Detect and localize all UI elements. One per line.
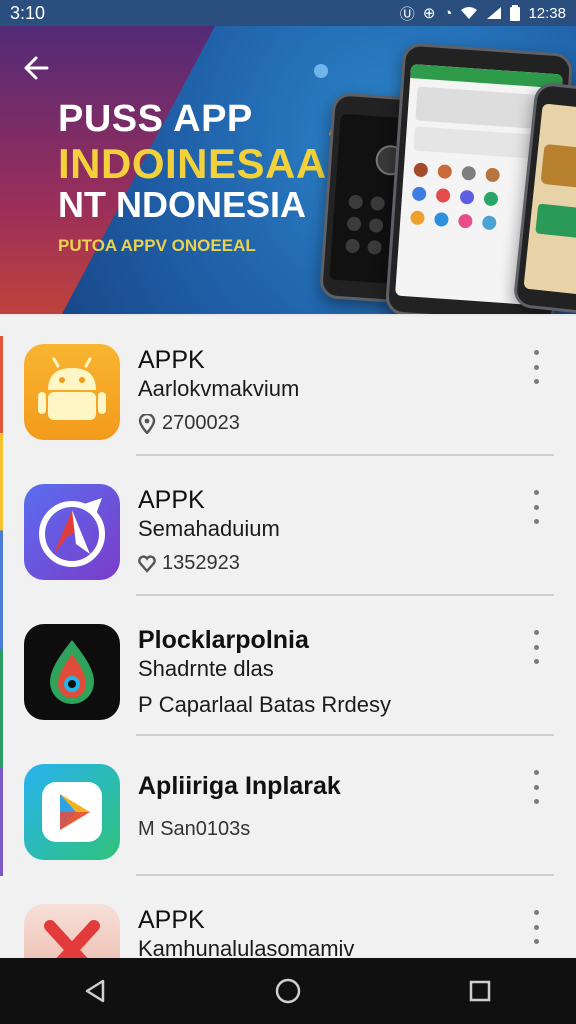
overflow-menu-button[interactable]: [526, 910, 546, 944]
recents-square-icon: [469, 980, 491, 1002]
app-meta: 1352923: [138, 552, 240, 575]
drop-pin-icon: [24, 624, 120, 720]
nav-recents-button[interactable]: [450, 966, 510, 1016]
app-title: APPK: [138, 486, 205, 514]
banner-title-line1: PUSS APP: [58, 98, 253, 140]
app-title: APPK: [138, 346, 205, 374]
app-meta-value: Caparlaal Batas Rrdesy: [158, 692, 392, 717]
orb-shape: [314, 64, 328, 78]
alarm-icon: ◔: [443, 4, 453, 22]
app-subtitle: Kamhunalulasomamiv: [138, 936, 355, 958]
banner-tagline: PUTOA APPV ONOEEAL: [58, 236, 256, 255]
status-icons: Ⓤ ⊕ ◔ 12:38: [400, 3, 566, 24]
overflow-menu-button[interactable]: [526, 490, 546, 524]
app-meta: M San0103s: [138, 818, 250, 841]
app-meta: 2700023: [138, 412, 240, 435]
back-triangle-icon: [85, 979, 105, 1003]
overflow-menu-button[interactable]: [526, 770, 546, 804]
app-list: APPK Aarlokvmakvium 2700023 APPK Semahad…: [0, 316, 576, 958]
banner-title-line2: INDOINESAA: [58, 140, 327, 187]
wifi-icon: [461, 7, 478, 19]
list-item[interactable]: APPK Kamhunalulasomamiv: [0, 876, 576, 958]
app-title: APPK: [138, 906, 205, 934]
sync-icon: Ⓤ: [399, 5, 415, 23]
data-icon: ⊕: [422, 5, 436, 22]
app-meta-value: 1352923: [162, 552, 240, 574]
system-nav-bar: [0, 958, 576, 1024]
app-meta-value: 2700023: [162, 412, 240, 434]
arrow-left-icon: [24, 56, 49, 80]
play-triangle-icon: [24, 764, 120, 860]
compass-a-icon: [24, 484, 120, 580]
app-subtitle: Shadrnte dlas: [138, 656, 274, 681]
location-pin-icon: [138, 413, 156, 434]
banner-title-line3: NT NDONESIA: [58, 184, 307, 225]
android-icon: [24, 344, 120, 440]
promo-banner: PUSS APP INDOINESAA NT NDONESIA PUTOA AP…: [0, 26, 576, 314]
app-meta: P Caparlaal Batas Rrdesy: [138, 692, 391, 718]
home-circle-icon: [275, 978, 301, 1004]
list-item[interactable]: Apliiriga Inplarak M San0103s: [0, 736, 576, 876]
x-mark-icon: [24, 904, 120, 958]
app-title: Plocklarpolnia: [138, 626, 309, 654]
list-item[interactable]: APPK Aarlokvmakvium 2700023: [0, 316, 576, 456]
battery-icon: [510, 5, 521, 21]
list-item[interactable]: Plocklarpolnia Shadrnte dlas P Caparlaal…: [0, 596, 576, 736]
status-time: 3:10: [10, 2, 46, 23]
nav-back-button[interactable]: [66, 966, 126, 1016]
signal-icon: [487, 7, 502, 19]
app-subtitle: Semahaduium: [138, 516, 280, 541]
list-item[interactable]: APPK Semahaduium 1352923: [0, 456, 576, 596]
back-button[interactable]: [18, 54, 54, 90]
app-subtitle: Aarlokvmakvium: [138, 376, 300, 401]
heart-icon: [138, 554, 156, 573]
app-title: Apliiriga Inplarak: [138, 772, 341, 800]
app-meta-prefix: P: [138, 692, 153, 717]
app-meta-value: M San0103s: [138, 818, 251, 840]
overflow-menu-button[interactable]: [526, 350, 546, 384]
overflow-menu-button[interactable]: [526, 630, 546, 664]
status-bar: 3:10 Ⓤ ⊕ ◔ 12:38: [0, 0, 576, 26]
status-clock: 12:38: [528, 4, 566, 22]
nav-home-button[interactable]: [258, 966, 318, 1016]
